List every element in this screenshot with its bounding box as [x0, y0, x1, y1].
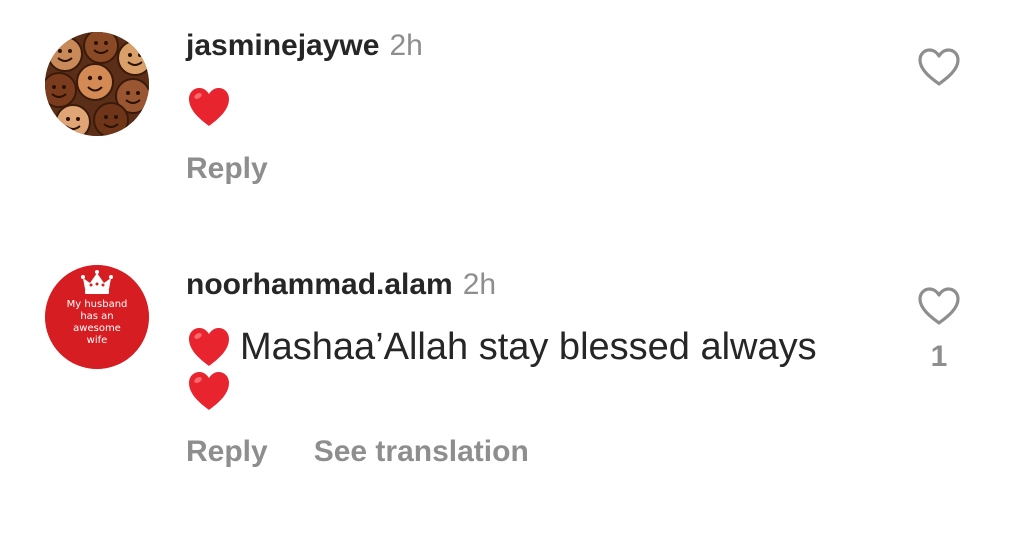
comment-item: My husband has an awesome wife noorhamma…: [0, 250, 1024, 548]
heart-outline-icon[interactable]: [916, 46, 962, 88]
comment-header: noorhammad.alam 2h: [186, 268, 496, 302]
reply-button[interactable]: Reply: [186, 435, 268, 468]
username[interactable]: noorhammad.alam: [186, 268, 453, 301]
like-count: 1: [930, 340, 948, 373]
comment-actions: Reply See translation: [186, 435, 529, 469]
red-heart-icon: [189, 88, 229, 126]
avatar[interactable]: My husband has an awesome wife: [45, 265, 149, 369]
avatar-caption: My husband has an awesome wife: [45, 299, 149, 347]
see-translation-button[interactable]: See translation: [314, 435, 529, 468]
avatar-caption-line: has an: [80, 311, 114, 322]
avatar-caption-line: wife: [86, 335, 108, 346]
comments-list: jasminejaywe 2h Reply My husband has an …: [0, 0, 1024, 548]
timestamp: 2h: [389, 29, 423, 62]
comment-text: Mashaa’Allah stay blessed always: [240, 326, 817, 368]
reply-button[interactable]: Reply: [186, 152, 268, 185]
avatar-caption-line: awesome: [73, 323, 121, 334]
comment-body: [186, 85, 232, 129]
avatar-caption-line: My husband: [66, 299, 128, 310]
smiley-pattern-icon: [45, 32, 149, 136]
timestamp: 2h: [462, 268, 497, 301]
avatar[interactable]: [45, 32, 149, 136]
heart-outline-icon[interactable]: [916, 285, 962, 327]
red-heart-icon: [189, 372, 229, 410]
comment-item: jasminejaywe 2h Reply: [0, 0, 1024, 230]
red-heart-icon: [189, 328, 229, 366]
comment-actions: Reply: [186, 152, 268, 186]
username[interactable]: jasminejaywe: [186, 29, 379, 62]
comment-header: jasminejaywe 2h: [186, 29, 423, 63]
comment-body: Mashaa’Allah stay blessed always: [186, 325, 886, 413]
